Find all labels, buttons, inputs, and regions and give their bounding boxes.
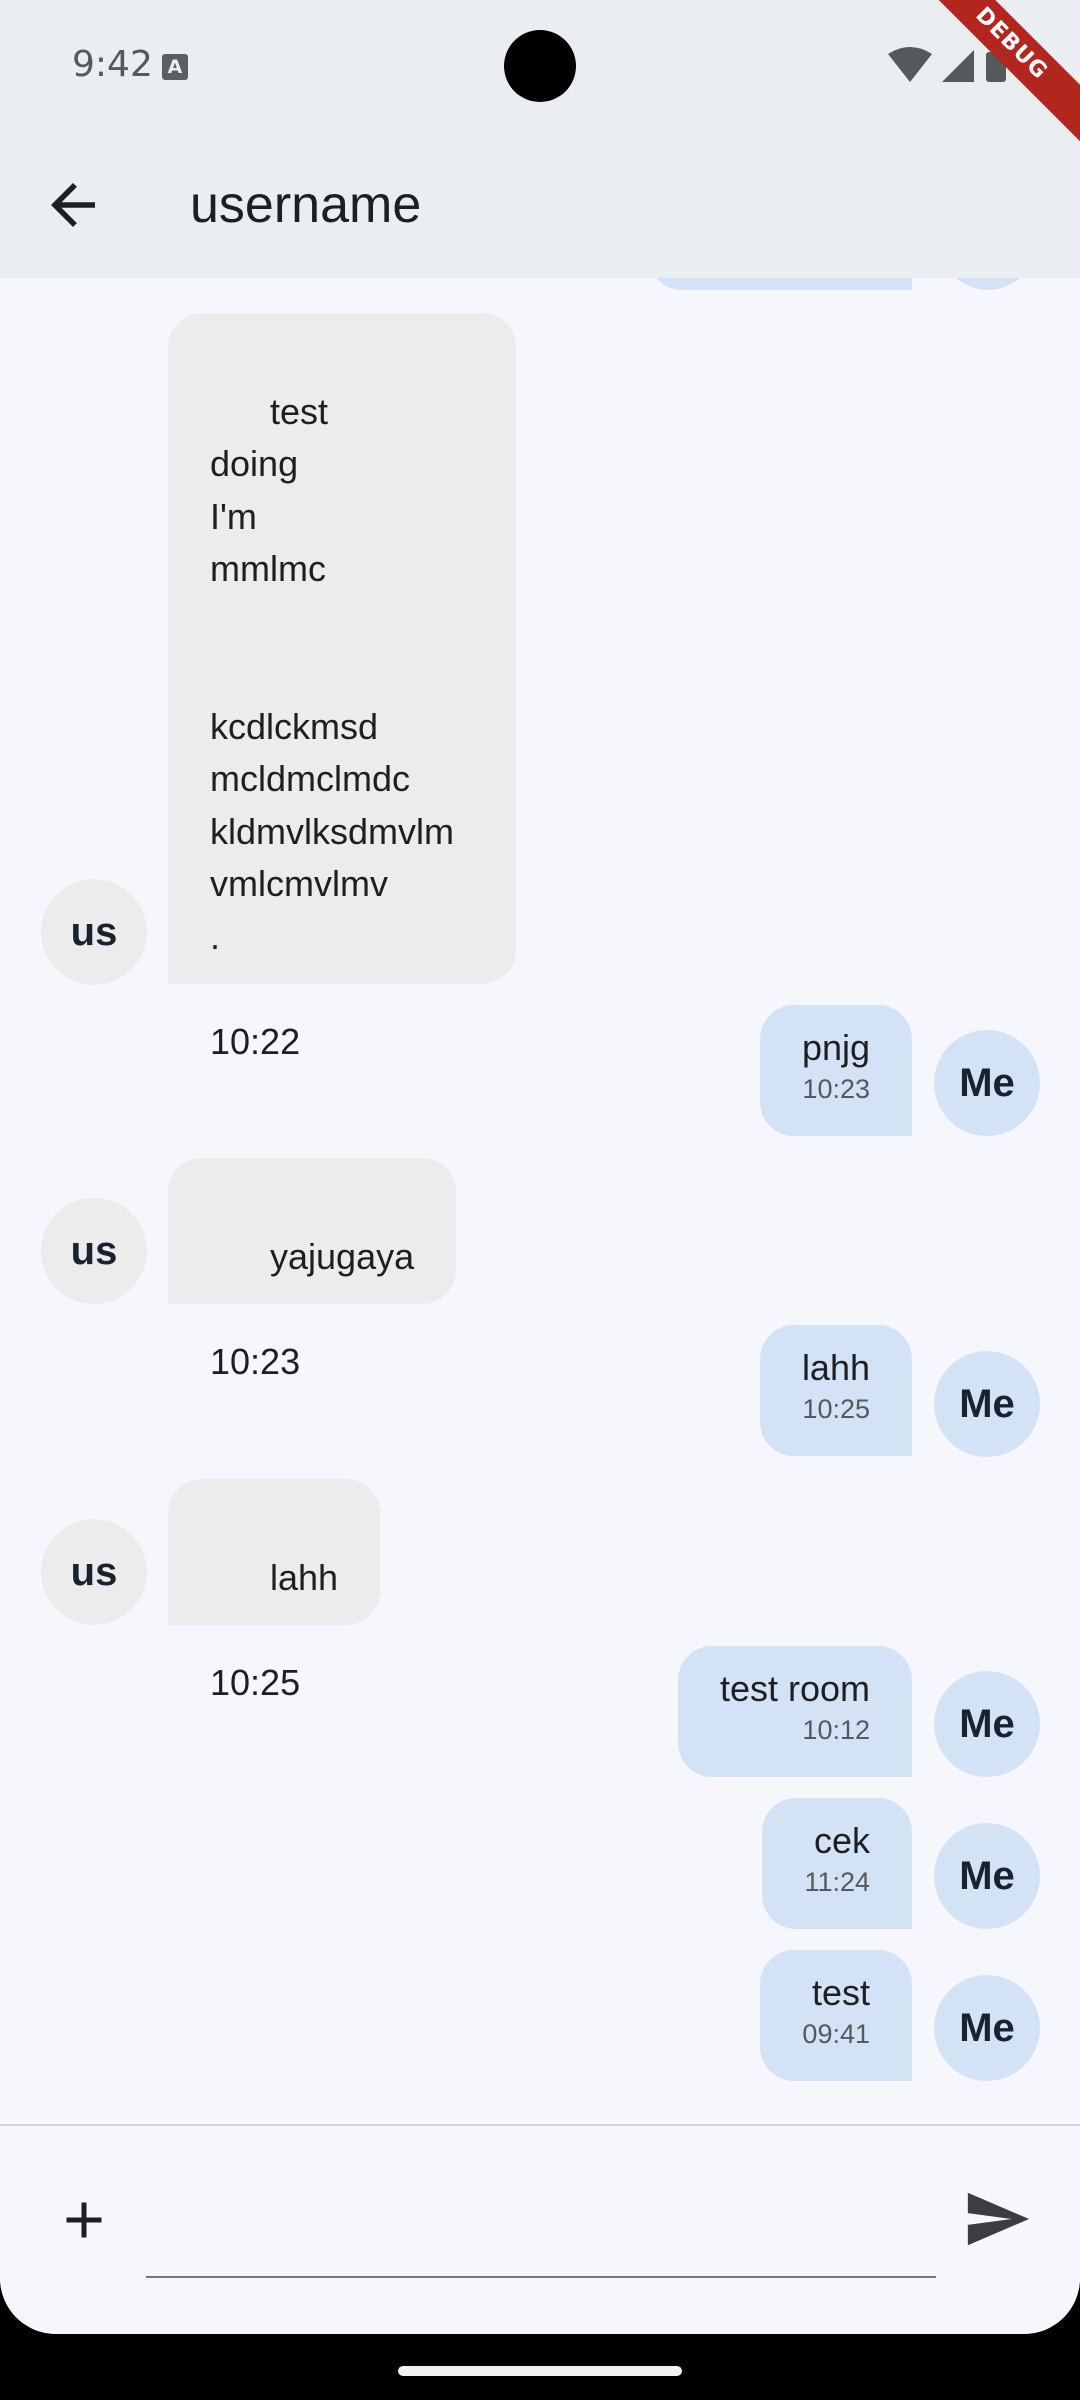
avatar[interactable]: Me	[934, 1030, 1040, 1136]
message-bubble-outgoing[interactable]: test room 10:12	[677, 1646, 912, 1777]
message-time: 10:23	[210, 1340, 301, 1382]
arrow-back-icon[interactable]	[40, 172, 106, 238]
message-bubble-incoming[interactable]: test doing I'm mmlmc kcdlckmsd mcldmclmd…	[168, 313, 516, 1062]
notification-a-icon: A	[162, 54, 188, 80]
avatar[interactable]: us	[41, 879, 147, 985]
message-time: 09:41	[802, 2019, 870, 2049]
message-time: 10:25	[802, 1394, 870, 1424]
message-time: 10:25	[210, 1661, 301, 1703]
chat-screen: test doing I'm mmlmc kcdlckmsd mcldmclmd…	[0, 0, 1080, 2334]
message-text: yajugaya	[270, 1235, 415, 1277]
message-text: lahh	[801, 1347, 870, 1388]
plus-icon[interactable]	[54, 2190, 114, 2250]
message-list[interactable]: test doing I'm mmlmc kcdlckmsd mcldmclmd…	[0, 0, 1080, 2124]
avatar[interactable]: us	[41, 1519, 147, 1625]
avatar[interactable]: Me	[934, 1823, 1040, 1929]
app-bar: 9:42 A username	[0, 0, 1080, 278]
message-text: test doing I'm mmlmc kcdlckmsd mcldmclmd…	[210, 390, 455, 957]
signal-icon	[942, 50, 974, 82]
message-bubble-outgoing[interactable]: pnjg 10:23	[759, 1005, 912, 1136]
avatar[interactable]: us	[41, 1198, 147, 1304]
message-text: test	[811, 1972, 870, 2013]
message-time: 10:12	[802, 1715, 870, 1745]
message-text: test room	[719, 1668, 870, 1709]
message-time: 10:22	[210, 1020, 301, 1062]
status-time: 9:42	[72, 44, 153, 85]
avatar[interactable]: Me	[934, 1975, 1040, 2081]
message-bubble-incoming[interactable]: yajugaya 10:23	[168, 1158, 457, 1382]
wifi-icon	[888, 47, 932, 82]
message-time: 10:23	[802, 1074, 870, 1104]
message-input[interactable]	[146, 2178, 936, 2278]
message-bubble-outgoing[interactable]: test 09:41	[760, 1950, 912, 2081]
send-icon[interactable]	[962, 2184, 1032, 2254]
message-time: 11:24	[804, 1867, 870, 1897]
avatar[interactable]: Me	[934, 1671, 1040, 1777]
message-text: pnjg	[801, 1027, 870, 1068]
message-bubble-outgoing[interactable]: lahh 10:25	[759, 1325, 912, 1456]
composer-bar	[0, 2124, 1080, 2334]
camera-cutout	[504, 30, 576, 102]
message-bubble-incoming[interactable]: lahh 10:25	[168, 1479, 381, 1703]
message-text: cek	[813, 1820, 870, 1861]
avatar[interactable]: Me	[934, 1351, 1040, 1457]
page-title: username	[190, 176, 422, 234]
message-text: lahh	[270, 1556, 339, 1598]
message-bubble-outgoing[interactable]: cek 11:24	[762, 1798, 912, 1929]
home-indicator[interactable]	[398, 2366, 682, 2376]
